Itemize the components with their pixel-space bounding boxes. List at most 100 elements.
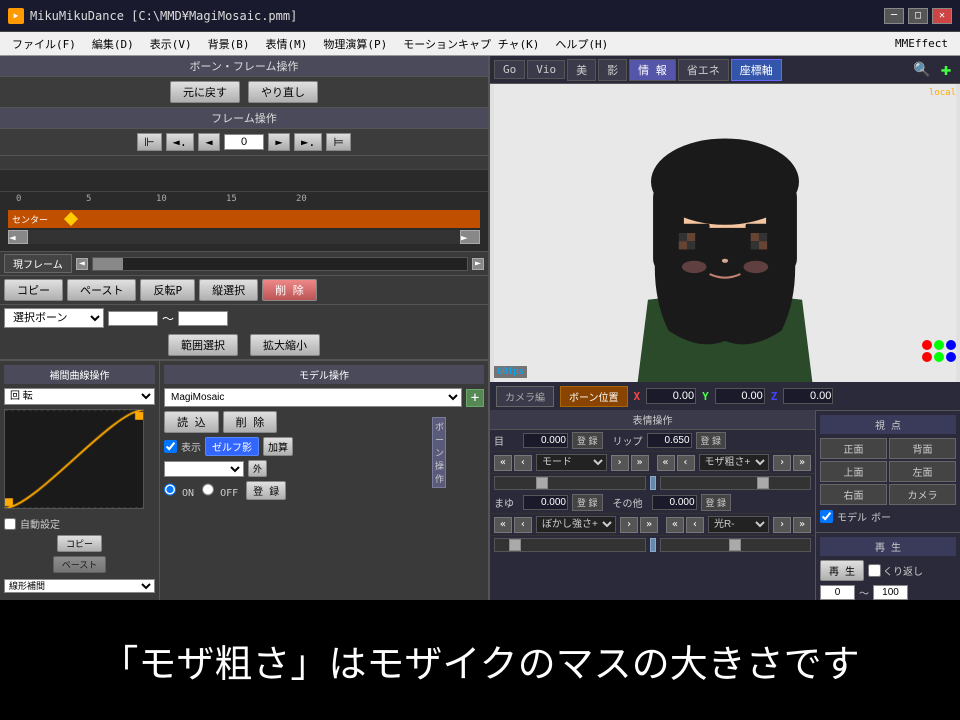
bone-pos-button[interactable]: ボーン位置 xyxy=(560,386,628,407)
brow-value-input[interactable] xyxy=(523,495,568,510)
copy-button[interactable]: コピー xyxy=(4,279,63,301)
frame-forward-button[interactable]: ► xyxy=(268,133,290,151)
tab-beauty[interactable]: 美 xyxy=(567,59,596,81)
delete-button[interactable]: 削 除 xyxy=(262,279,317,301)
back-view-button[interactable]: 背面 xyxy=(889,438,956,459)
mode-next2-button[interactable]: › xyxy=(611,455,629,471)
z-coord-input[interactable] xyxy=(783,388,833,404)
mosaic-next-button[interactable]: » xyxy=(793,455,811,471)
lip-value-input[interactable] xyxy=(647,433,692,448)
minimize-button[interactable]: ─ xyxy=(884,8,904,24)
camera-view-button[interactable]: カメラ xyxy=(889,484,956,505)
x-coord-input[interactable] xyxy=(646,388,696,404)
blur-prev2-button[interactable]: ‹ xyxy=(514,517,532,533)
mosaic-prev-button[interactable]: « xyxy=(657,455,675,471)
light-next-button[interactable]: » xyxy=(793,517,811,533)
blur-prev-button[interactable]: « xyxy=(494,517,512,533)
scroll-track[interactable] xyxy=(92,257,468,271)
register-button[interactable]: 登 録 xyxy=(246,481,286,500)
mode-next-button[interactable]: » xyxy=(631,455,649,471)
menu-bg[interactable]: 背景(B) xyxy=(200,34,258,54)
scroll-left-arrow[interactable]: ◄ xyxy=(76,258,88,270)
camera-button[interactable]: カメラ編 xyxy=(496,386,554,407)
model-read-button[interactable]: 読 込 xyxy=(164,411,219,433)
frame-first-button[interactable]: ⊩ xyxy=(137,133,161,151)
play-button[interactable]: 再 生 xyxy=(820,560,864,581)
mosaic-slider[interactable] xyxy=(660,476,812,490)
menu-help[interactable]: ヘルプ(H) xyxy=(547,34,616,54)
spline-paste-button[interactable]: ペースト xyxy=(53,556,107,573)
undo-button[interactable]: 元に戻す xyxy=(170,81,240,103)
mosaic-prev2-button[interactable]: ‹ xyxy=(677,455,695,471)
lip-register-button[interactable]: 登 録 xyxy=(696,432,727,449)
blur-select[interactable]: ぼかし強さ+ xyxy=(536,516,616,533)
mode-slider[interactable] xyxy=(494,476,646,490)
frame-step-back-slow-button[interactable]: ◄. xyxy=(166,133,194,151)
menu-view[interactable]: 表示(V) xyxy=(142,34,200,54)
frame-last-button[interactable]: ⊨ xyxy=(326,133,350,151)
eye-register-button[interactable]: 登 録 xyxy=(572,432,603,449)
eye-value-input[interactable] xyxy=(523,433,568,448)
mosaic-next2-button[interactable]: › xyxy=(773,455,791,471)
vertical-select-button[interactable]: 縦選択 xyxy=(199,279,258,301)
loop-checkbox[interactable] xyxy=(868,564,881,577)
timeline-scroll-left[interactable]: ◄ xyxy=(8,230,28,244)
menu-physics[interactable]: 物理演算(P) xyxy=(315,34,395,54)
tab-economy[interactable]: 省エネ xyxy=(678,59,729,81)
light-next2-button[interactable]: › xyxy=(773,517,791,533)
range-to-input[interactable] xyxy=(178,311,228,326)
light-select[interactable]: 光R- xyxy=(708,516,769,533)
close-button[interactable]: ✕ xyxy=(932,8,952,24)
flip-paste-button[interactable]: 反転P xyxy=(140,279,195,301)
blur-next2-button[interactable]: › xyxy=(620,517,638,533)
left-view-button[interactable]: 左面 xyxy=(889,461,956,482)
model-view-checkbox[interactable] xyxy=(820,510,833,523)
on-label[interactable]: ON xyxy=(164,483,194,499)
rotate-select[interactable]: 回 転 xyxy=(4,388,155,405)
frame-back-button[interactable]: ◄ xyxy=(198,133,220,151)
spline-copy-button[interactable]: コピー xyxy=(57,535,102,552)
timeline-scrollbar[interactable]: ◄ ► xyxy=(8,230,480,244)
menu-edit[interactable]: 編集(D) xyxy=(84,34,142,54)
range-from-input[interactable] xyxy=(108,311,158,326)
play-from-input[interactable] xyxy=(820,585,855,600)
add-model-button[interactable]: + xyxy=(466,389,484,407)
other-register-button[interactable]: 登 録 xyxy=(701,494,732,511)
display-checkbox[interactable] xyxy=(164,440,177,453)
off-radio[interactable] xyxy=(202,483,214,496)
shadow-button[interactable]: ゼルフ影 xyxy=(205,437,259,456)
bone-select[interactable]: 選択ボーン xyxy=(4,308,104,328)
current-frame-button[interactable]: 現フレーム xyxy=(4,254,72,273)
maximize-button[interactable]: □ xyxy=(908,8,928,24)
off-label[interactable]: OFF xyxy=(202,483,238,499)
add-icon[interactable]: ✚ xyxy=(936,60,956,80)
tab-shadow[interactable]: 影 xyxy=(598,59,627,81)
menu-expr[interactable]: 表情(M) xyxy=(258,34,316,54)
scroll-right-arrow[interactable]: ► xyxy=(472,258,484,270)
tab-go[interactable]: Go xyxy=(494,60,525,79)
light-prev-button[interactable]: « xyxy=(666,517,684,533)
model-delete-button[interactable]: 削 除 xyxy=(223,411,278,433)
top-view-button[interactable]: 上面 xyxy=(820,461,887,482)
auto-set-checkbox[interactable] xyxy=(4,518,16,530)
range-select-button[interactable]: 範囲選択 xyxy=(168,334,238,356)
frame-number-input[interactable] xyxy=(224,134,264,150)
search-icon[interactable]: 🔍 xyxy=(912,60,932,80)
right-view-button[interactable]: 右面 xyxy=(820,484,887,505)
blur-slider[interactable] xyxy=(494,538,646,552)
linear-select[interactable]: 線形補間 xyxy=(4,579,155,593)
model-extra-select[interactable] xyxy=(164,461,244,477)
mode-select[interactable]: モード xyxy=(536,454,607,471)
play-to-input[interactable] xyxy=(873,585,908,600)
tab-vio[interactable]: Vio xyxy=(527,60,565,79)
model-select[interactable]: MagiMosaic xyxy=(164,388,462,407)
outer-button[interactable]: 外 xyxy=(248,460,267,477)
y-coord-input[interactable] xyxy=(715,388,765,404)
blur-next-button[interactable]: » xyxy=(640,517,658,533)
on-radio[interactable] xyxy=(164,483,176,496)
frame-step-forward-slow-button[interactable]: ►. xyxy=(294,133,322,151)
menu-file[interactable]: ファイル(F) xyxy=(4,34,84,54)
light-slider[interactable] xyxy=(660,538,812,552)
zoom-button[interactable]: 拡大縮小 xyxy=(250,334,320,356)
tab-info[interactable]: 情 報 xyxy=(629,59,676,81)
